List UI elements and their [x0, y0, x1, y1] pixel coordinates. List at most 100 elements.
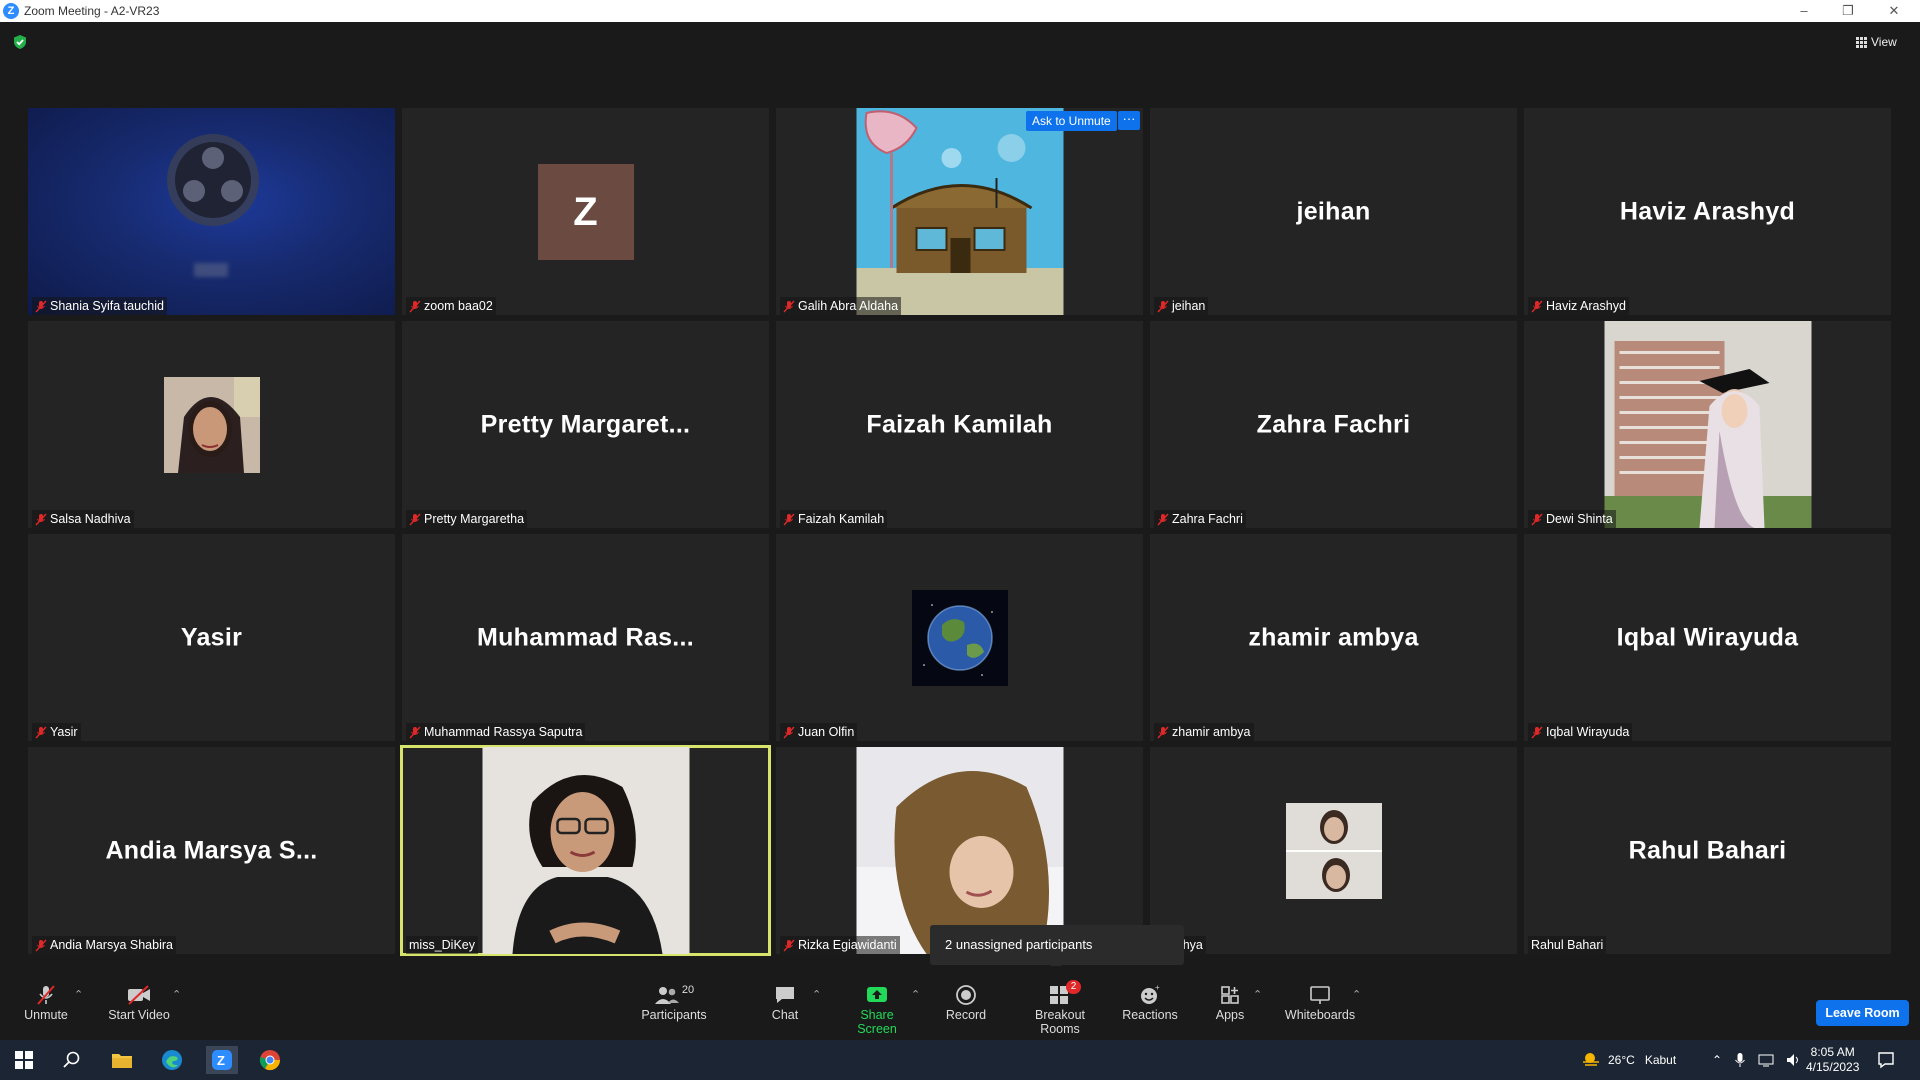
participant-name: Pretty Margaretha: [424, 512, 525, 526]
participant-name: Faizah Kamilah: [798, 512, 885, 526]
participant-tile[interactable]: zhamir ambya zhamir ambya: [1150, 534, 1517, 741]
participant-tile[interactable]: Faizah Kamilah Faizah Kamilah: [776, 321, 1143, 528]
breakout-badge: 2: [1066, 980, 1081, 994]
muted-mic-icon: [1531, 726, 1543, 738]
search-icon[interactable]: [58, 1046, 86, 1074]
participant-tile[interactable]: Dewi Shinta: [1524, 321, 1891, 528]
participant-tile[interactable]: Salsa Nadhiva: [28, 321, 395, 528]
participant-name-label: Yasir: [32, 723, 81, 741]
windows-start-icon[interactable]: [10, 1046, 38, 1074]
svg-text:Z: Z: [217, 1053, 225, 1068]
file-explorer-icon[interactable]: [108, 1046, 136, 1074]
participant-name: Iqbal Wirayuda: [1546, 725, 1630, 739]
participant-tile[interactable]: Andia Marsya S... Andia Marsya Shabira: [28, 747, 395, 954]
participant-tile[interactable]: Z zoom baa02: [402, 108, 769, 315]
participant-tile[interactable]: Haviz Arashyd Haviz Arashyd: [1524, 108, 1891, 315]
record-button[interactable]: Record: [944, 982, 988, 1022]
weather-widget[interactable]: 26°C Kabut: [1580, 1040, 1676, 1080]
participant-name: Shania Syifa tauchid: [50, 299, 164, 313]
svg-text:+: +: [1155, 983, 1160, 992]
obs-logo-icon: [167, 134, 259, 226]
participants-label: Participants: [641, 1008, 707, 1022]
window-title: Zoom Meeting - A2-VR23: [24, 4, 160, 18]
tray-expand-icon[interactable]: ⌃: [1712, 1053, 1722, 1067]
chat-options-caret[interactable]: ⌃: [812, 988, 821, 1001]
volume-icon[interactable]: [1786, 1053, 1802, 1067]
muted-mic-icon: [409, 726, 421, 738]
share-screen-button[interactable]: Share Screen: [840, 982, 914, 1036]
apps-options-caret[interactable]: ⌃: [1253, 988, 1262, 1001]
network-icon[interactable]: [1758, 1053, 1774, 1067]
muted-mic-icon: [783, 300, 795, 312]
chat-label: Chat: [771, 1008, 799, 1022]
participant-tile[interactable]: Yasir Yasir: [28, 534, 395, 741]
notifications-icon[interactable]: [1872, 1046, 1900, 1074]
microphone-icon[interactable]: [1734, 1052, 1746, 1068]
active-speaker-tile[interactable]: miss_DiKey: [400, 745, 771, 956]
participant-tile[interactable]: Zahra Fachri Zahra Fachri: [1150, 321, 1517, 528]
whiteboard-options-caret[interactable]: ⌃: [1352, 988, 1361, 1001]
restore-button[interactable]: ❐: [1830, 2, 1866, 20]
muted-mic-icon: [1157, 300, 1169, 312]
chrome-icon[interactable]: [256, 1046, 284, 1074]
more-options-button[interactable]: ···: [1118, 111, 1140, 130]
participant-display-name: Iqbal Wirayuda: [1616, 623, 1799, 651]
edge-icon[interactable]: [158, 1046, 186, 1074]
participant-name-label: Pretty Margaretha: [406, 510, 528, 528]
participant-tile[interactable]: Pretty Margaret... Pretty Margaretha: [402, 321, 769, 528]
zoom-taskbar-icon[interactable]: Z: [206, 1046, 238, 1074]
audio-options-caret[interactable]: ⌃: [74, 988, 83, 1001]
participant-name-label: miss_DiKey: [406, 936, 478, 954]
participant-tile[interactable]: Shania Syifa tauchid: [28, 108, 395, 315]
profile-photo: [1285, 802, 1382, 899]
minimize-button[interactable]: –: [1786, 2, 1822, 20]
participant-name-label: Rahul Bahari: [1528, 936, 1607, 954]
participant-name: Rahul Bahari: [1531, 938, 1604, 952]
view-button[interactable]: View: [1856, 32, 1897, 52]
share-options-caret[interactable]: ⌃: [911, 988, 920, 1001]
participant-name-label: Faizah Kamilah: [780, 510, 888, 528]
security-shield-icon[interactable]: [12, 34, 28, 50]
chat-icon: [776, 987, 794, 1003]
participant-name: miss_DiKey: [409, 938, 475, 952]
participant-tile[interactable]: is cahya: [1150, 747, 1517, 954]
participant-name: Galih Abra Aldaha: [798, 299, 899, 313]
breakout-rooms-label: Breakout Rooms: [1034, 1008, 1086, 1036]
ask-to-unmute-button[interactable]: Ask to Unmute: [1026, 111, 1117, 131]
weather-fog-icon: [1583, 1053, 1599, 1066]
participant-tile[interactable]: Rahul Bahari Rahul Bahari: [1524, 747, 1891, 954]
gallery-grid: Shania Syifa tauchid Z zoom baa02 Galih …: [28, 108, 1893, 956]
participants-button[interactable]: 20 Participants: [638, 982, 710, 1022]
participant-name: jeihan: [1172, 299, 1206, 313]
weather-description: Kabut: [1644, 1053, 1677, 1067]
participant-tile[interactable]: Muhammad Ras... Muhammad Rassya Saputra: [402, 534, 769, 741]
reactions-button[interactable]: + Reactions: [1120, 982, 1180, 1022]
profile-photo: [856, 747, 1063, 954]
muted-mic-icon: [783, 513, 795, 525]
muted-mic-icon: [409, 513, 421, 525]
participant-name: Rizka Egiawidanti: [798, 938, 897, 952]
participant-tile[interactable]: Rizka Egiawidanti: [776, 747, 1143, 954]
muted-mic-icon: [35, 726, 47, 738]
chat-button[interactable]: Chat: [765, 982, 805, 1022]
participant-name-label: Haviz Arashyd: [1528, 297, 1629, 315]
breakout-rooms-button[interactable]: 2 Breakout Rooms: [1014, 980, 1106, 1036]
participant-name-label: Iqbal Wirayuda: [1528, 723, 1633, 741]
apps-button[interactable]: Apps: [1210, 982, 1250, 1022]
participant-tile[interactable]: Juan Olfin: [776, 534, 1143, 741]
start-video-button[interactable]: Start Video: [104, 982, 174, 1022]
whiteboards-button[interactable]: Whiteboards: [1284, 982, 1356, 1022]
participant-name: Andia Marsya Shabira: [50, 938, 173, 952]
participant-name: Muhammad Rassya Saputra: [424, 725, 583, 739]
participant-tile[interactable]: jeihan jeihan: [1150, 108, 1517, 315]
unmute-button[interactable]: Unmute: [18, 982, 74, 1022]
participant-tile[interactable]: Iqbal Wirayuda Iqbal Wirayuda: [1524, 534, 1891, 741]
close-button[interactable]: ✕: [1876, 2, 1912, 20]
graduation-photo: [1604, 321, 1811, 528]
leave-room-button[interactable]: Leave Room: [1816, 1000, 1909, 1026]
clock[interactable]: 8:05 AM 4/15/2023: [1806, 1040, 1859, 1080]
windows-taskbar: Z 26°C Kabut ⌃ 8:05 AM 4/15/2023: [0, 1040, 1920, 1080]
participant-tile[interactable]: Galih Abra Aldaha: [776, 108, 1143, 315]
video-options-caret[interactable]: ⌃: [172, 988, 181, 1001]
participants-count: 20: [681, 984, 695, 996]
